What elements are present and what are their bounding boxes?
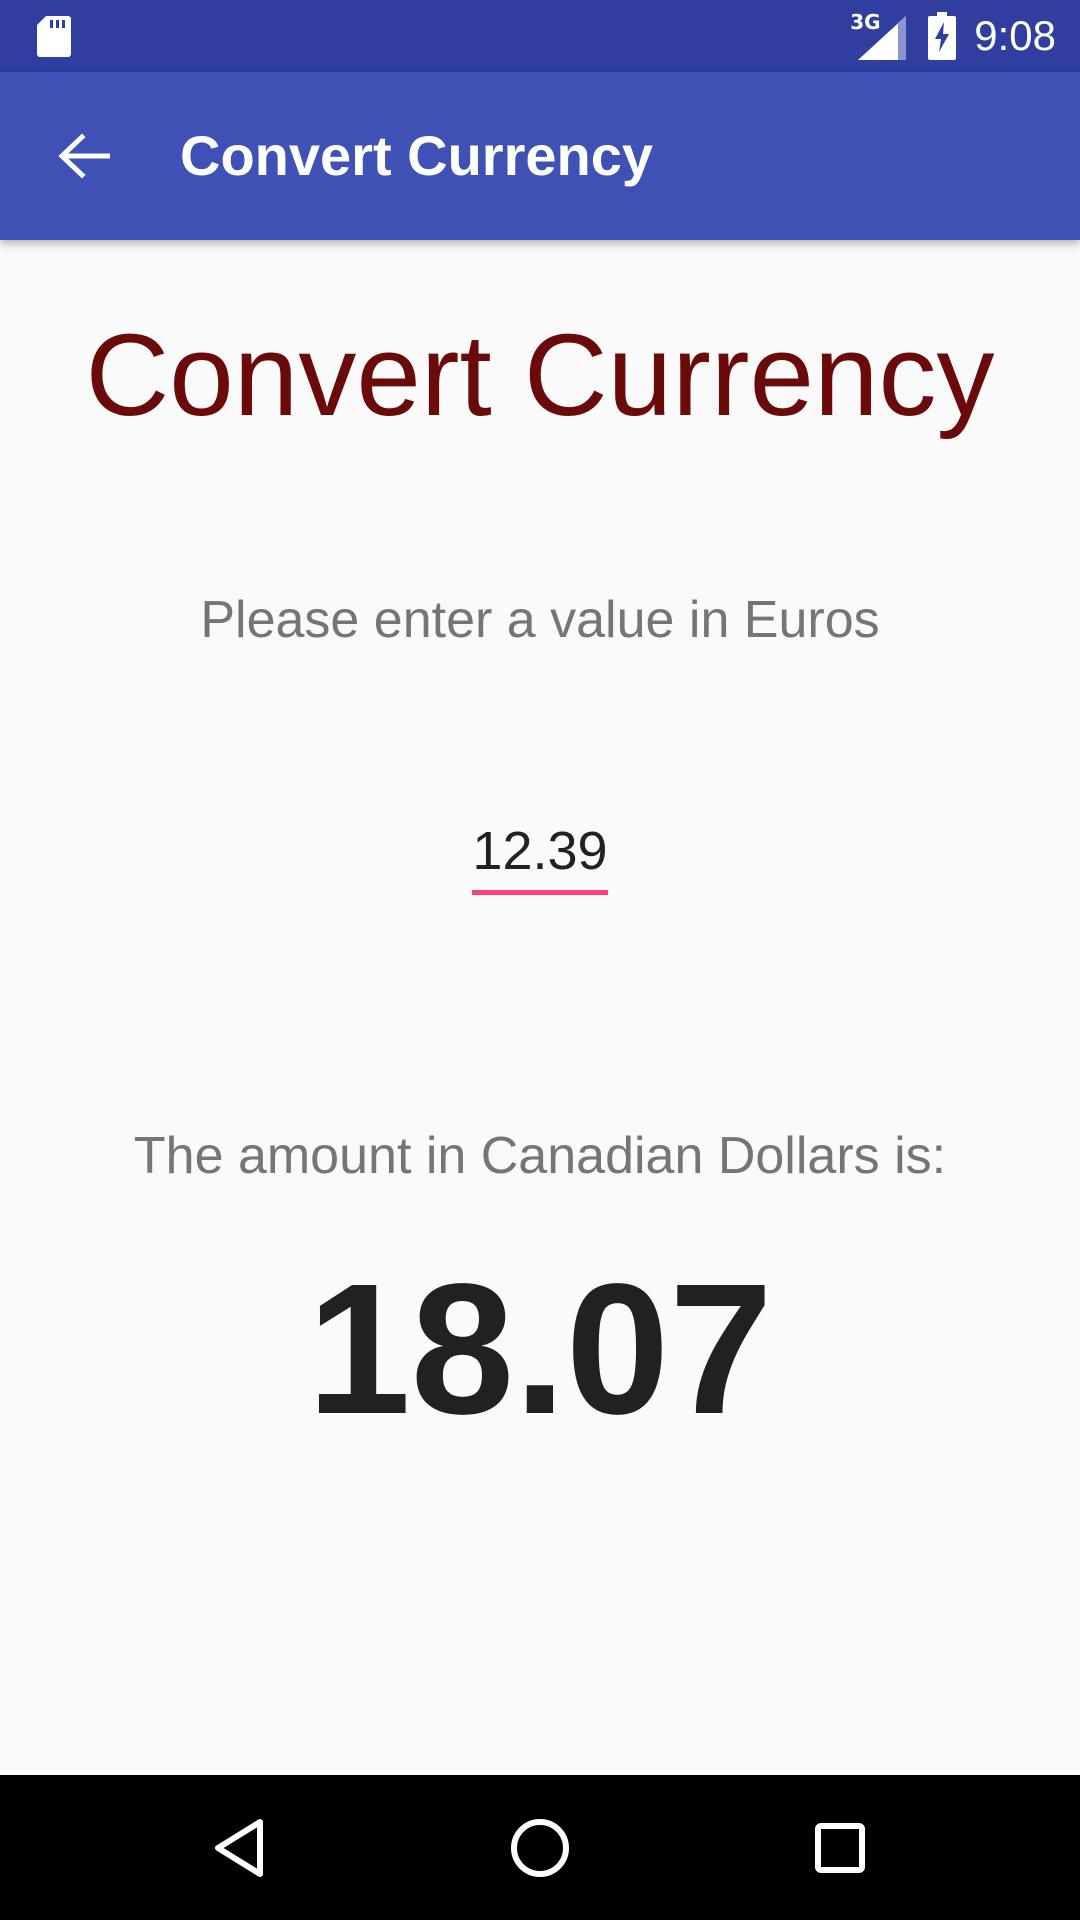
- arrow-back-icon: [58, 133, 110, 179]
- euro-input[interactable]: [472, 820, 608, 895]
- page-heading: Convert Currency: [85, 310, 995, 440]
- nav-back-button[interactable]: [195, 1803, 285, 1893]
- status-time: 9:08: [974, 12, 1056, 59]
- main-content: Convert Currency Please enter a value in…: [0, 240, 1080, 1775]
- status-icons: 3G 9:08: [850, 0, 1056, 72]
- app-bar-title: Convert Currency: [180, 124, 654, 187]
- nav-recents-icon: [815, 1823, 865, 1873]
- result-value: 18.07: [307, 1246, 773, 1453]
- back-button[interactable]: [40, 112, 128, 200]
- result-label: The amount in Canadian Dollars is:: [133, 1127, 947, 1185]
- screen: 3G 9:08 Convert Currency Convert Currenc: [0, 0, 1080, 1920]
- euro-input-wrapper: [472, 820, 608, 895]
- status-bar: 3G 9:08: [0, 0, 1080, 72]
- navigation-bar: [0, 1775, 1080, 1920]
- nav-home-button[interactable]: [495, 1803, 585, 1893]
- euro-prompt-label: Please enter a value in Euros: [200, 591, 880, 649]
- app-bar: Convert Currency: [0, 72, 1080, 240]
- nav-back-icon: [215, 1819, 263, 1877]
- battery-charging-icon: [928, 12, 957, 60]
- nav-recents-button[interactable]: [795, 1803, 885, 1893]
- nav-home-icon: [511, 1819, 569, 1877]
- signal-icon: 3G: [850, 10, 907, 60]
- sd-card-icon: [37, 16, 71, 57]
